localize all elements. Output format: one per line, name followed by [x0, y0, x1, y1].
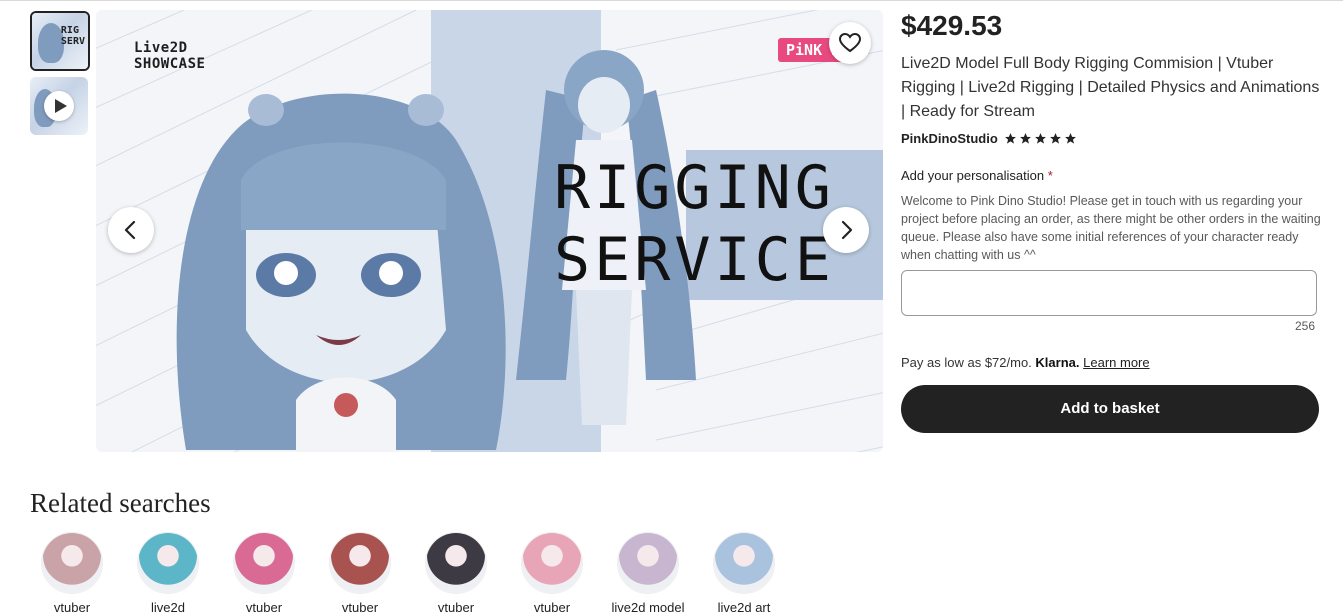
related-search-label: live2d model [611, 600, 685, 615]
related-search-item[interactable]: live2d [123, 532, 213, 615]
add-to-basket-button[interactable]: Add to basket [901, 385, 1319, 433]
showcase-line-2: SHOWCASE [134, 56, 206, 72]
related-search-label: vtuber [533, 600, 571, 615]
star-icon [1034, 133, 1046, 144]
main-product-image[interactable]: Live2D SHOWCASE RIGGING SERVICE PiNK DI [96, 10, 883, 452]
related-search-thumbnail [233, 532, 295, 594]
favorite-button[interactable] [829, 22, 871, 64]
klarna-learn-more-link[interactable]: Learn more [1083, 355, 1149, 370]
play-button[interactable] [44, 91, 74, 121]
required-mark: * [1047, 168, 1053, 183]
previous-image-button[interactable] [108, 207, 154, 253]
character-illustration-large [176, 93, 506, 452]
play-icon [55, 99, 67, 113]
headline: RIGGING SERVICE [554, 152, 835, 296]
product-title: Live2D Model Full Body Rigging Commision… [901, 55, 1320, 120]
klarna-brand: Klarna. [1035, 355, 1080, 370]
related-search-item[interactable]: live2d model [603, 532, 693, 615]
star-icon [1004, 133, 1016, 144]
rating-stars [1004, 132, 1077, 145]
related-search-label: vtuber [245, 600, 283, 615]
star-icon [1019, 133, 1031, 144]
related-search-item[interactable]: vtuber [315, 532, 405, 615]
chevron-right-icon [841, 220, 853, 240]
price: $429.53 [901, 10, 1003, 41]
related-search-item[interactable]: vtuber [411, 532, 501, 615]
personalisation-label: Add your personalisation * [901, 168, 1053, 183]
related-search-label: live2d [151, 600, 185, 615]
thumbnail-image-1[interactable]: RIG SERV [30, 11, 90, 71]
headline-line-1: RIGGING [554, 153, 835, 223]
related-search-thumbnail [521, 532, 583, 594]
showcase-line-1: Live2D [134, 40, 188, 56]
related-search-item[interactable]: vtuber [27, 532, 117, 615]
related-search-item[interactable]: vtuber [219, 532, 309, 615]
showcase-label: Live2D SHOWCASE [134, 40, 205, 72]
next-image-button[interactable] [823, 207, 869, 253]
related-search-thumbnail [617, 532, 679, 594]
shop-row: PinkDinoStudio [901, 131, 1077, 146]
thumbnail-text: RIG SERV [60, 25, 85, 47]
top-divider [0, 0, 1343, 1]
star-icon [1064, 133, 1076, 144]
character-counter: 256 [1295, 319, 1316, 333]
thumbnail-video[interactable] [30, 77, 88, 135]
related-search-label: vtuber [437, 600, 475, 615]
related-search-item[interactable]: live2d art [699, 532, 789, 615]
related-search-label: live2d art [717, 600, 771, 615]
personalisation-help: Welcome to Pink Dino Studio! Please get … [901, 194, 1321, 262]
related-searches-title: Related searches [30, 488, 211, 518]
related-search-item[interactable]: vtuber [507, 532, 597, 615]
related-search-thumbnail [425, 532, 487, 594]
related-search-thumbnail [713, 532, 775, 594]
personalisation-input[interactable] [901, 270, 1317, 316]
klarna-info: Pay as low as $72/mo. Klarna. Learn more [901, 355, 1150, 370]
related-search-label: vtuber [341, 600, 379, 615]
headline-line-2: SERVICE [554, 225, 835, 295]
star-icon [1049, 133, 1061, 144]
related-search-thumbnail [137, 532, 199, 594]
heart-icon [839, 33, 861, 53]
personalisation-label-text: Add your personalisation [901, 168, 1045, 183]
klarna-text: Pay as low as $72/mo. [901, 355, 1032, 370]
shop-name[interactable]: PinkDinoStudio [901, 131, 998, 146]
chevron-left-icon [124, 220, 136, 240]
related-search-thumbnail [329, 532, 391, 594]
related-search-label: vtuber [53, 600, 91, 615]
related-search-thumbnail [41, 532, 103, 594]
